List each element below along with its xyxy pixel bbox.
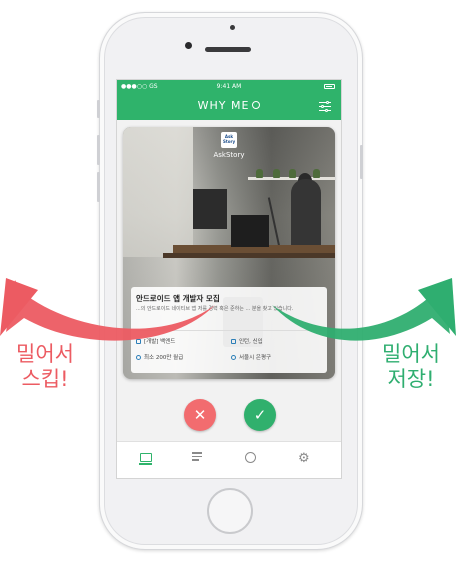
swipe-left-arrow (6, 280, 215, 341)
swipe-arrows (0, 278, 456, 341)
skip-label-line1: 밀어서 (16, 342, 74, 366)
swipe-save-label: 밀어서 저장! (366, 342, 456, 392)
save-label-line2: 저장! (387, 367, 435, 391)
swipe-skip-label: 밀어서 스킵! (0, 342, 90, 392)
save-label-line1: 밀어서 (382, 342, 440, 366)
skip-label-line2: 스킵! (21, 367, 69, 391)
